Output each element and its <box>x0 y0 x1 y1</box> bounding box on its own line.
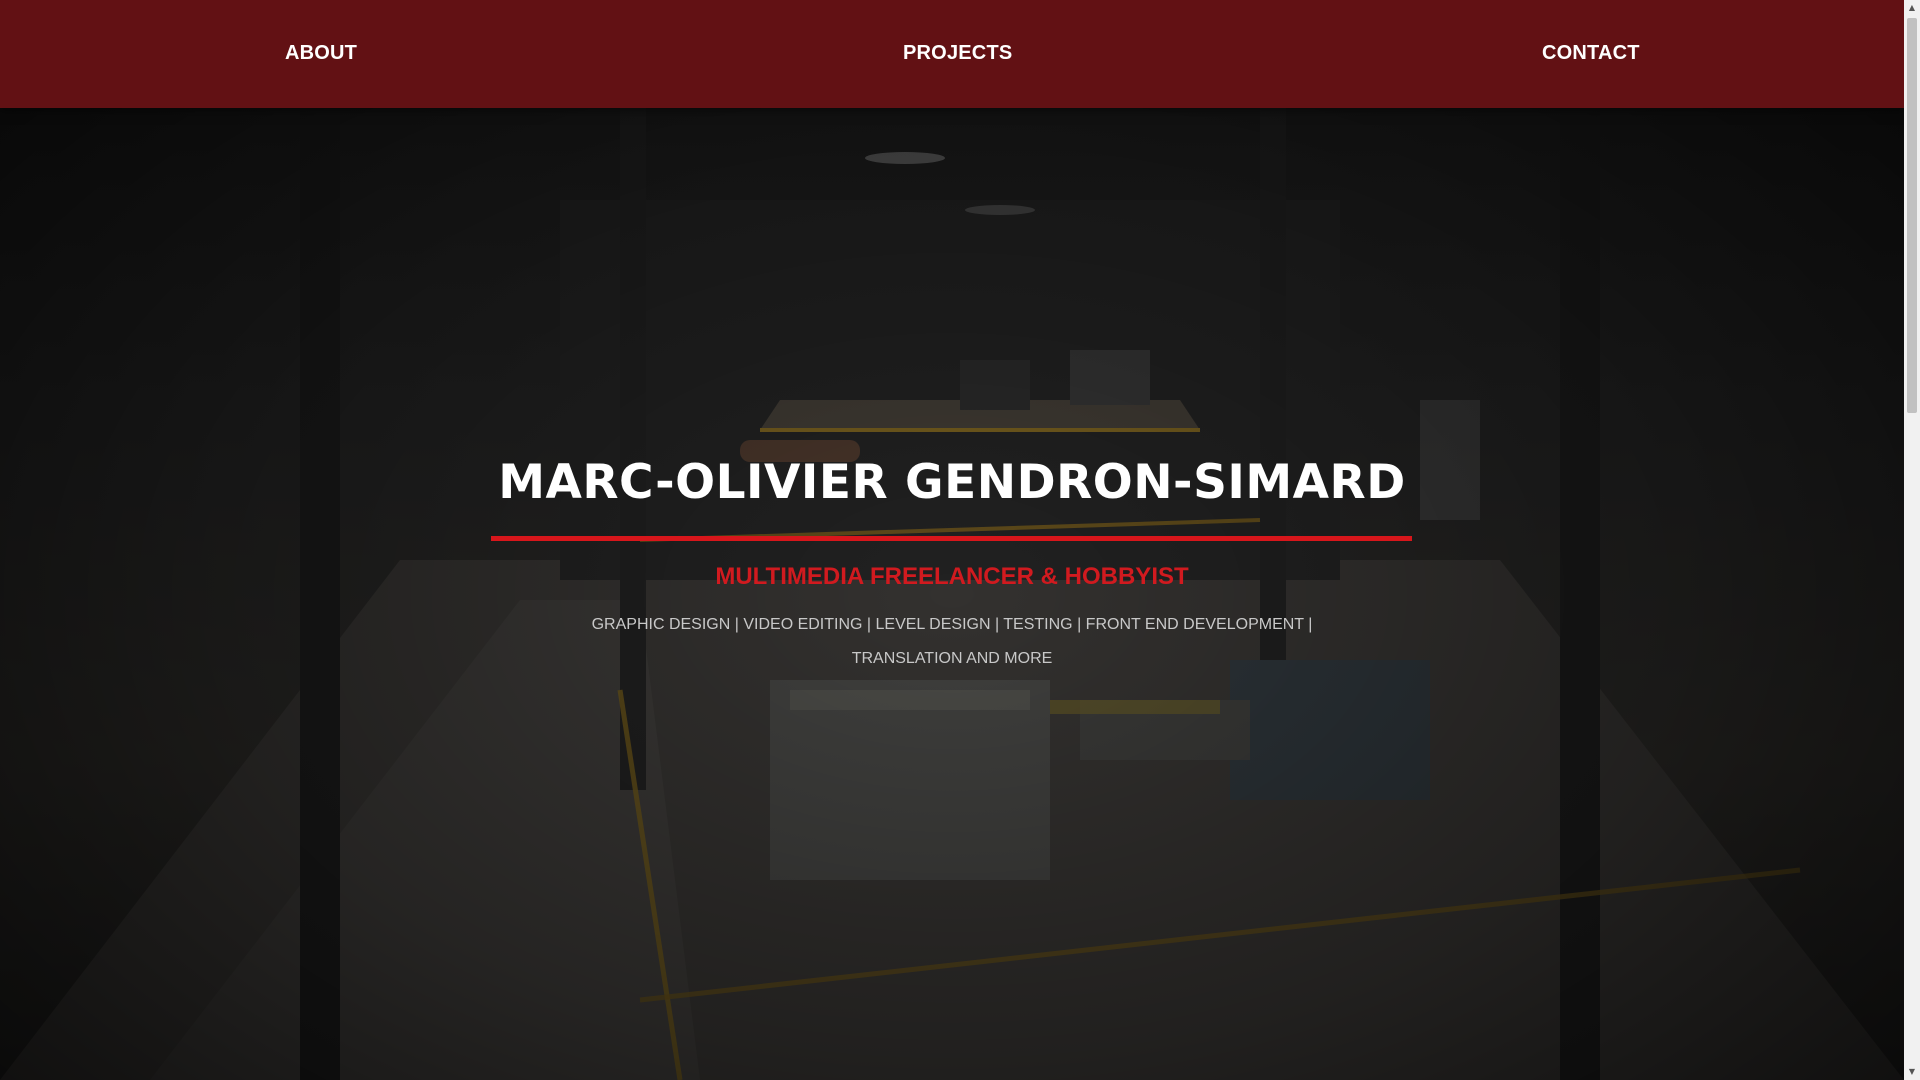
hero-subtitle: MULTIMEDIA FREELANCER & HOBBYIST <box>715 563 1189 590</box>
nav-link-projects[interactable]: PROJECTS <box>903 42 1012 65</box>
title-divider <box>491 536 1412 541</box>
skills-list: GRAPHIC DESIGN | VIDEO EDITING | LEVEL D… <box>591 616 1313 667</box>
hero-content: MARC-OLIVIER GENDRON-SIMARD MULTIMEDIA F… <box>0 0 1904 1080</box>
nav-link-about[interactable]: ABOUT <box>285 42 357 65</box>
nav-link-contact[interactable]: CONTACT <box>1542 42 1640 65</box>
top-navigation-bar: ABOUT PROJECTS CONTACT <box>0 0 1904 108</box>
scroll-down-arrow-icon[interactable]: ▼ <box>1904 1064 1920 1080</box>
hero-title: MARC-OLIVIER GENDRON-SIMARD <box>498 455 1406 510</box>
scroll-up-arrow-icon[interactable]: ▲ <box>1904 0 1920 16</box>
scroll-thumb[interactable] <box>1907 18 1917 413</box>
page-scrollbar[interactable]: ▲ ▼ <box>1904 0 1920 1080</box>
